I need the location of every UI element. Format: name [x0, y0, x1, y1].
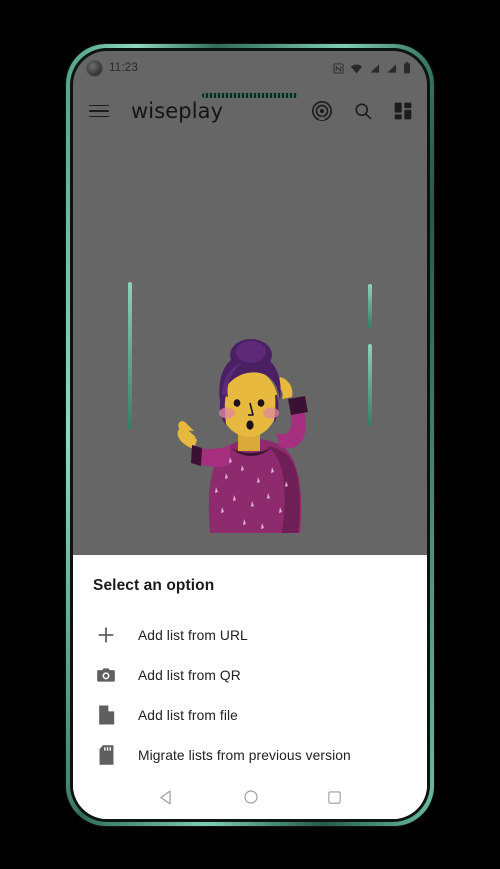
plus-icon — [93, 624, 119, 646]
wifi-icon — [350, 63, 363, 73]
option-label: Add list from QR — [138, 667, 241, 683]
search-icon[interactable] — [353, 101, 373, 121]
grid-icon[interactable] — [393, 101, 413, 121]
power-button[interactable] — [368, 344, 372, 426]
status-bar-clock: 11:23 — [109, 62, 138, 74]
battery-icon — [404, 62, 410, 74]
option-add-list-from-file[interactable]: Add list from file — [73, 695, 427, 735]
volume-buttons[interactable] — [128, 282, 132, 430]
option-migrate-lists[interactable]: Migrate lists from previous version — [73, 735, 427, 775]
signal-icon — [370, 63, 380, 73]
hamburger-menu-icon[interactable] — [89, 104, 109, 118]
phone-screen: 11:23 wiseplay Select an option Add list… — [73, 51, 427, 819]
android-navigation-bar — [73, 775, 427, 819]
camera-icon — [93, 665, 119, 685]
option-label: Add list from file — [138, 707, 238, 723]
bottom-sheet-title: Select an option — [93, 577, 215, 594]
option-label: Migrate lists from previous version — [138, 747, 351, 763]
phone-frame: 11:23 wiseplay Select an option Add list… — [66, 44, 434, 826]
app-bar-actions — [311, 100, 413, 122]
screenshot-canvas: 11:23 wiseplay Select an option Add list… — [0, 0, 500, 869]
file-icon — [93, 704, 119, 726]
back-triangle-icon[interactable] — [158, 789, 175, 806]
status-bar: 11:23 — [73, 51, 427, 85]
alert-slider[interactable] — [368, 284, 372, 328]
confused-woman-illustration — [177, 339, 308, 533]
recents-square-icon[interactable] — [327, 790, 342, 805]
cast-icon[interactable] — [311, 100, 333, 122]
option-add-list-from-qr[interactable]: Add list from QR — [73, 655, 427, 695]
phone-bezel: 11:23 wiseplay Select an option Add list… — [70, 48, 430, 822]
app-title: wiseplay — [131, 99, 224, 123]
nfc-icon — [333, 62, 344, 74]
bottom-sheet: Select an option Add list from URL Add l… — [73, 555, 427, 819]
signal-alt-icon — [387, 63, 397, 73]
option-add-list-from-url[interactable]: Add list from URL — [73, 615, 427, 655]
empty-state: There are no available lists — [73, 337, 427, 579]
sd-card-icon — [93, 744, 119, 766]
earpiece-speaker-grille — [202, 93, 298, 98]
home-circle-icon[interactable] — [243, 789, 259, 805]
option-label: Add list from URL — [138, 627, 248, 643]
front-camera-punchhole — [87, 60, 102, 76]
status-bar-icons — [333, 62, 411, 74]
